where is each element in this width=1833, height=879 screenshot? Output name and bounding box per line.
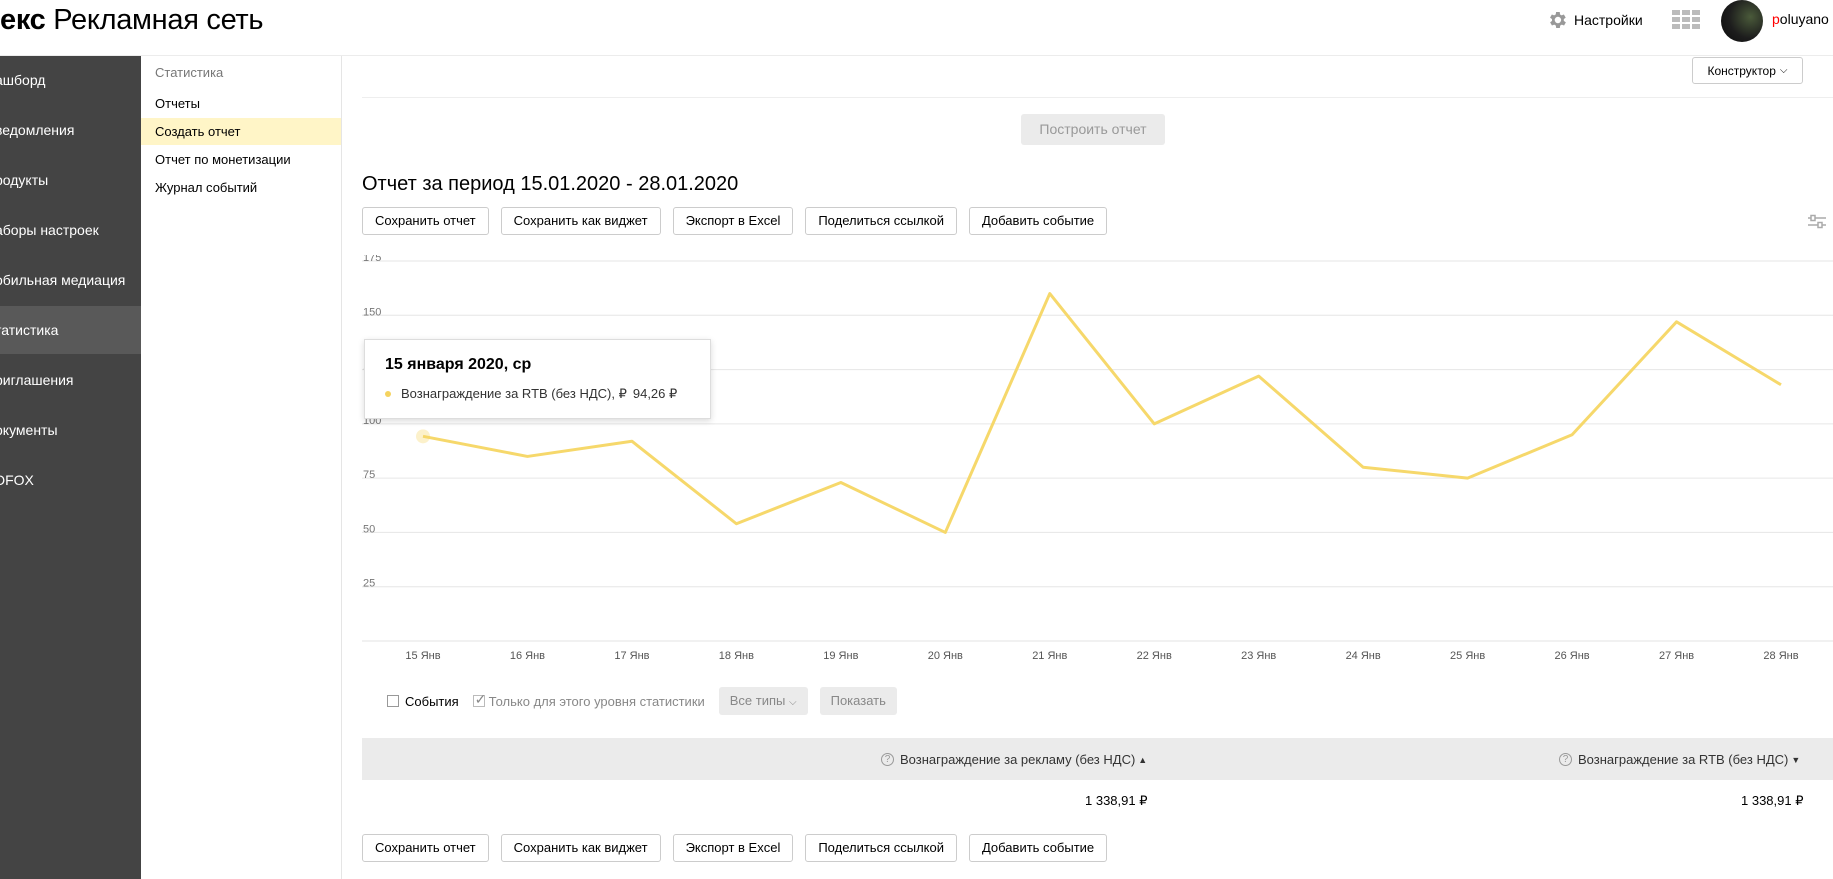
y-tick-label: 175 [363, 255, 381, 264]
checkmark-icon: ✓ [474, 691, 487, 707]
sidebar-item-dashboard[interactable]: ашборд [0, 56, 141, 104]
x-tick-label: 27 Янв [1659, 650, 1694, 662]
column-label: Вознаграждение за RTB (без НДС) [1578, 752, 1789, 767]
constructor-dropdown[interactable]: Конструктор ⌵ [1692, 57, 1803, 84]
subnav-item-monetization-report[interactable]: Отчет по монетизации [141, 146, 341, 173]
divider [362, 97, 1833, 98]
x-tick-label: 28 Янв [1763, 650, 1798, 662]
apps-grid-icon[interactable] [1672, 10, 1700, 35]
only-level-checkbox[interactable]: ✓ [472, 691, 486, 707]
table-header: ? Вознаграждение за рекламу (без НДС) ▲︎… [362, 738, 1833, 780]
export-excel-button[interactable]: Экспорт в Excel [672, 207, 794, 235]
report-actions-top: Сохранить отчет Сохранить как виджет Экс… [362, 207, 1119, 235]
sidebar-item-invitations[interactable]: риглашения [0, 356, 141, 404]
chevron-down-icon: ⌵ [789, 697, 797, 708]
export-excel-button[interactable]: Экспорт в Excel [672, 834, 794, 862]
all-types-dropdown[interactable]: Все типы ⌵ [718, 687, 808, 715]
only-level-label: Только для этого уровня статистики [488, 693, 705, 709]
sidebar-item-adfox[interactable]: DFOX [0, 456, 141, 504]
logo[interactable]: екс Рекламная сеть [0, 4, 264, 37]
avatar[interactable] [1721, 0, 1763, 42]
sort-icon: ▲︎ [1138, 754, 1148, 765]
x-tick-label: 24 Янв [1346, 650, 1381, 662]
sort-desc-icon: ▼ [1791, 754, 1801, 765]
chart-tooltip: 15 января 2020, ср Вознаграждение за RTB… [364, 339, 711, 419]
statistics-subnav: Статистика Отчеты Создать отчет Отчет по… [141, 56, 342, 879]
top-bar: екс Рекламная сеть Настройки poluyano [0, 0, 1833, 56]
sidebar-item-presets[interactable]: аборы настроек [0, 206, 141, 254]
save-as-widget-button[interactable]: Сохранить как виджет [500, 834, 661, 862]
save-as-widget-button[interactable]: Сохранить как виджет [500, 207, 661, 235]
constructor-label: Конструктор [1707, 63, 1776, 78]
y-tick-label: 25 [363, 578, 375, 590]
events-controls: События ✓ Только для этого уровня статис… [387, 687, 897, 715]
add-event-button[interactable]: Добавить событие [968, 834, 1108, 862]
events-checkbox[interactable] [387, 695, 399, 707]
line-chart: 25507510012515017515 Янв16 Янв17 Янв18 Я… [362, 255, 1833, 662]
add-event-button[interactable]: Добавить событие [968, 207, 1108, 235]
y-tick-label: 75 [363, 469, 375, 481]
settings-link[interactable]: Настройки [1546, 8, 1643, 32]
y-tick-label: 50 [363, 523, 375, 535]
share-link-button[interactable]: Поделиться ссылкой [805, 207, 957, 235]
chevron-down-icon: ⌵ [1779, 65, 1788, 76]
x-tick-label: 16 Янв [510, 650, 545, 662]
help-icon[interactable]: ? [1559, 753, 1572, 766]
all-types-label: Все типы [729, 693, 786, 708]
x-tick-label: 23 Янв [1241, 650, 1276, 662]
subnav-item-reports[interactable]: Отчеты [141, 90, 341, 117]
data-point [416, 429, 430, 444]
chart-settings-icon[interactable] [1808, 214, 1826, 235]
main-sidebar: ашборд ведомления родукты аборы настроек… [0, 56, 141, 879]
show-events-button[interactable]: Показать [819, 687, 897, 715]
y-tick-label: 150 [363, 306, 381, 318]
x-tick-label: 15 Янв [405, 650, 440, 662]
settings-label: Настройки [1574, 12, 1643, 28]
build-report-button[interactable]: Построить отчет [1021, 114, 1165, 145]
report-title: Отчет за период 15.01.2020 - 28.01.2020 [362, 173, 739, 195]
x-tick-label: 19 Янв [823, 650, 858, 662]
username[interactable]: poluyano [1772, 11, 1829, 27]
x-tick-label: 22 Янв [1137, 650, 1172, 662]
x-tick-label: 25 Янв [1450, 650, 1485, 662]
tooltip-series-label: Вознаграждение за RTB (без НДС), ₽ [401, 386, 627, 401]
table-row: 1 338,91 ₽ 1 338,91 ₽ [362, 781, 1833, 821]
subnav-title: Статистика [155, 65, 224, 80]
report-actions-bottom: Сохранить отчет Сохранить как виджет Экс… [362, 834, 1119, 862]
save-report-button[interactable]: Сохранить отчет [362, 834, 489, 862]
help-icon[interactable]: ? [881, 753, 894, 766]
subnav-item-event-log[interactable]: Журнал событий [141, 174, 341, 201]
x-tick-label: 18 Янв [719, 650, 754, 662]
gear-icon [1550, 12, 1566, 28]
save-report-button[interactable]: Сохранить отчет [362, 207, 489, 235]
events-label: События [405, 693, 459, 709]
sidebar-item-products[interactable]: родукты [0, 156, 141, 204]
sidebar-item-documents[interactable]: окументы [0, 406, 141, 454]
tooltip-value: 94,26 ₽ [632, 386, 678, 401]
column-label: Вознаграждение за рекламу (без НДС) [900, 752, 1136, 767]
table-cell: 1 338,91 ₽ [1741, 793, 1804, 808]
x-tick-label: 20 Янв [928, 650, 963, 662]
column-header-ad-revenue[interactable]: ? Вознаграждение за рекламу (без НДС) ▲︎ [881, 752, 1147, 767]
sidebar-item-notifications[interactable]: ведомления [0, 106, 141, 154]
sidebar-item-mobile-mediation[interactable]: обильная медиация [0, 256, 141, 304]
subnav-item-create-report[interactable]: Создать отчет [141, 118, 341, 145]
x-tick-label: 21 Янв [1032, 650, 1067, 662]
tooltip-date: 15 января 2020, ср [385, 356, 532, 373]
share-link-button[interactable]: Поделиться ссылкой [805, 834, 957, 862]
x-tick-label: 17 Янв [614, 650, 649, 662]
sidebar-item-statistics[interactable]: татистика [0, 306, 141, 354]
table-cell: 1 338,91 ₽ [1085, 793, 1148, 808]
series-dot-icon [385, 391, 391, 397]
column-header-rtb-revenue[interactable]: ? Вознаграждение за RTB (без НДС) ▼ [1559, 752, 1800, 767]
tooltip-row: Вознаграждение за RTB (без НДС), ₽ 94,26… [385, 386, 677, 402]
x-tick-label: 26 Янв [1554, 650, 1589, 662]
